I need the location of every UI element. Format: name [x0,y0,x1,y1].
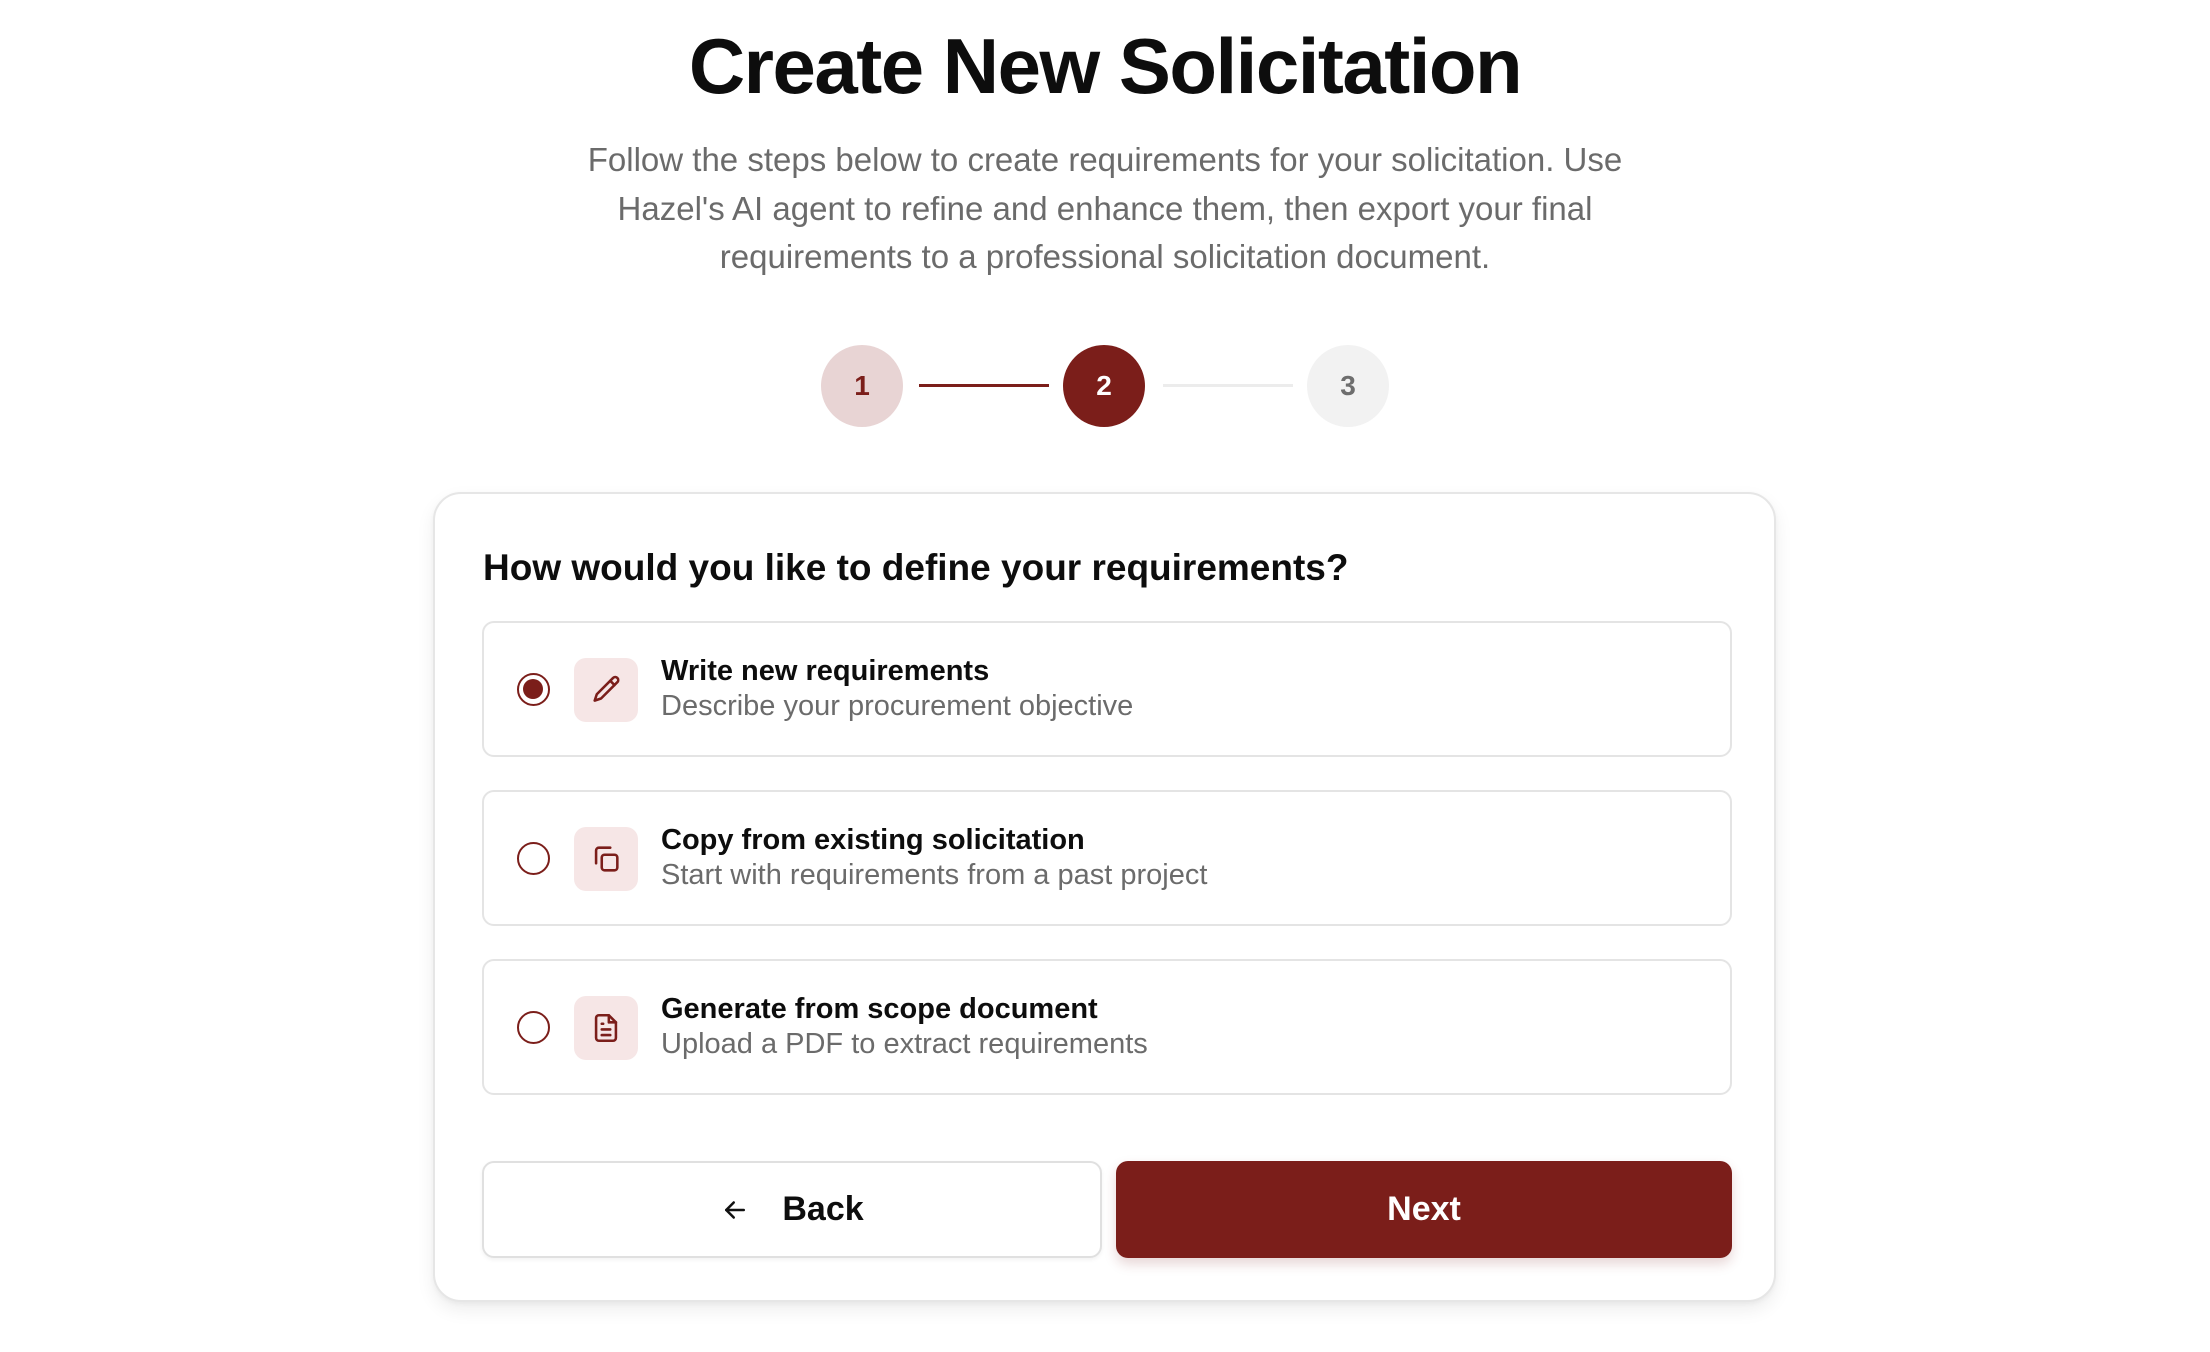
page: Create New Solicitation Follow the steps… [0,0,2210,1352]
radio-generate-from-scope[interactable] [517,1011,550,1044]
back-button-label: Back [782,1190,864,1228]
arrow-left-icon [720,1195,750,1225]
option-generate-from-scope[interactable]: Generate from scope document Upload a PD… [482,959,1732,1095]
copy-icon [574,827,638,891]
option-title: Copy from existing solicitation [661,824,1085,856]
progress-stepper: 1 2 3 [821,345,1389,427]
step-2-indicator: 2 [1063,345,1145,427]
radio-write-new-requirements[interactable] [517,673,550,706]
back-button[interactable]: Back [482,1161,1102,1258]
next-button-label: Next [1387,1190,1461,1228]
step-3-indicator: 3 [1307,345,1389,427]
card-question: How would you like to define your requir… [483,547,1349,588]
next-button[interactable]: Next [1116,1161,1732,1258]
option-description: Start with requirements from a past proj… [661,859,1208,891]
page-subtitle: Follow the steps below to create require… [587,141,1623,275]
option-title: Generate from scope document [661,993,1098,1025]
step-1-indicator: 1 [821,345,903,427]
step-connector-upcoming [1163,384,1293,387]
requirements-method-card: How would you like to define your requir… [433,492,1776,1302]
step-connector-completed [919,384,1049,387]
page-title: Create New Solicitation [688,22,1523,110]
radio-copy-from-existing[interactable] [517,842,550,875]
option-description: Describe your procurement objective [661,690,1134,722]
option-description: Upload a PDF to extract requirements [661,1028,1148,1060]
option-write-new-requirements[interactable]: Write new requirements Describe your pro… [482,621,1732,757]
option-title: Write new requirements [661,655,990,687]
pencil-icon [574,658,638,722]
option-copy-from-existing[interactable]: Copy from existing solicitation Start wi… [482,790,1732,926]
document-icon [574,996,638,1060]
